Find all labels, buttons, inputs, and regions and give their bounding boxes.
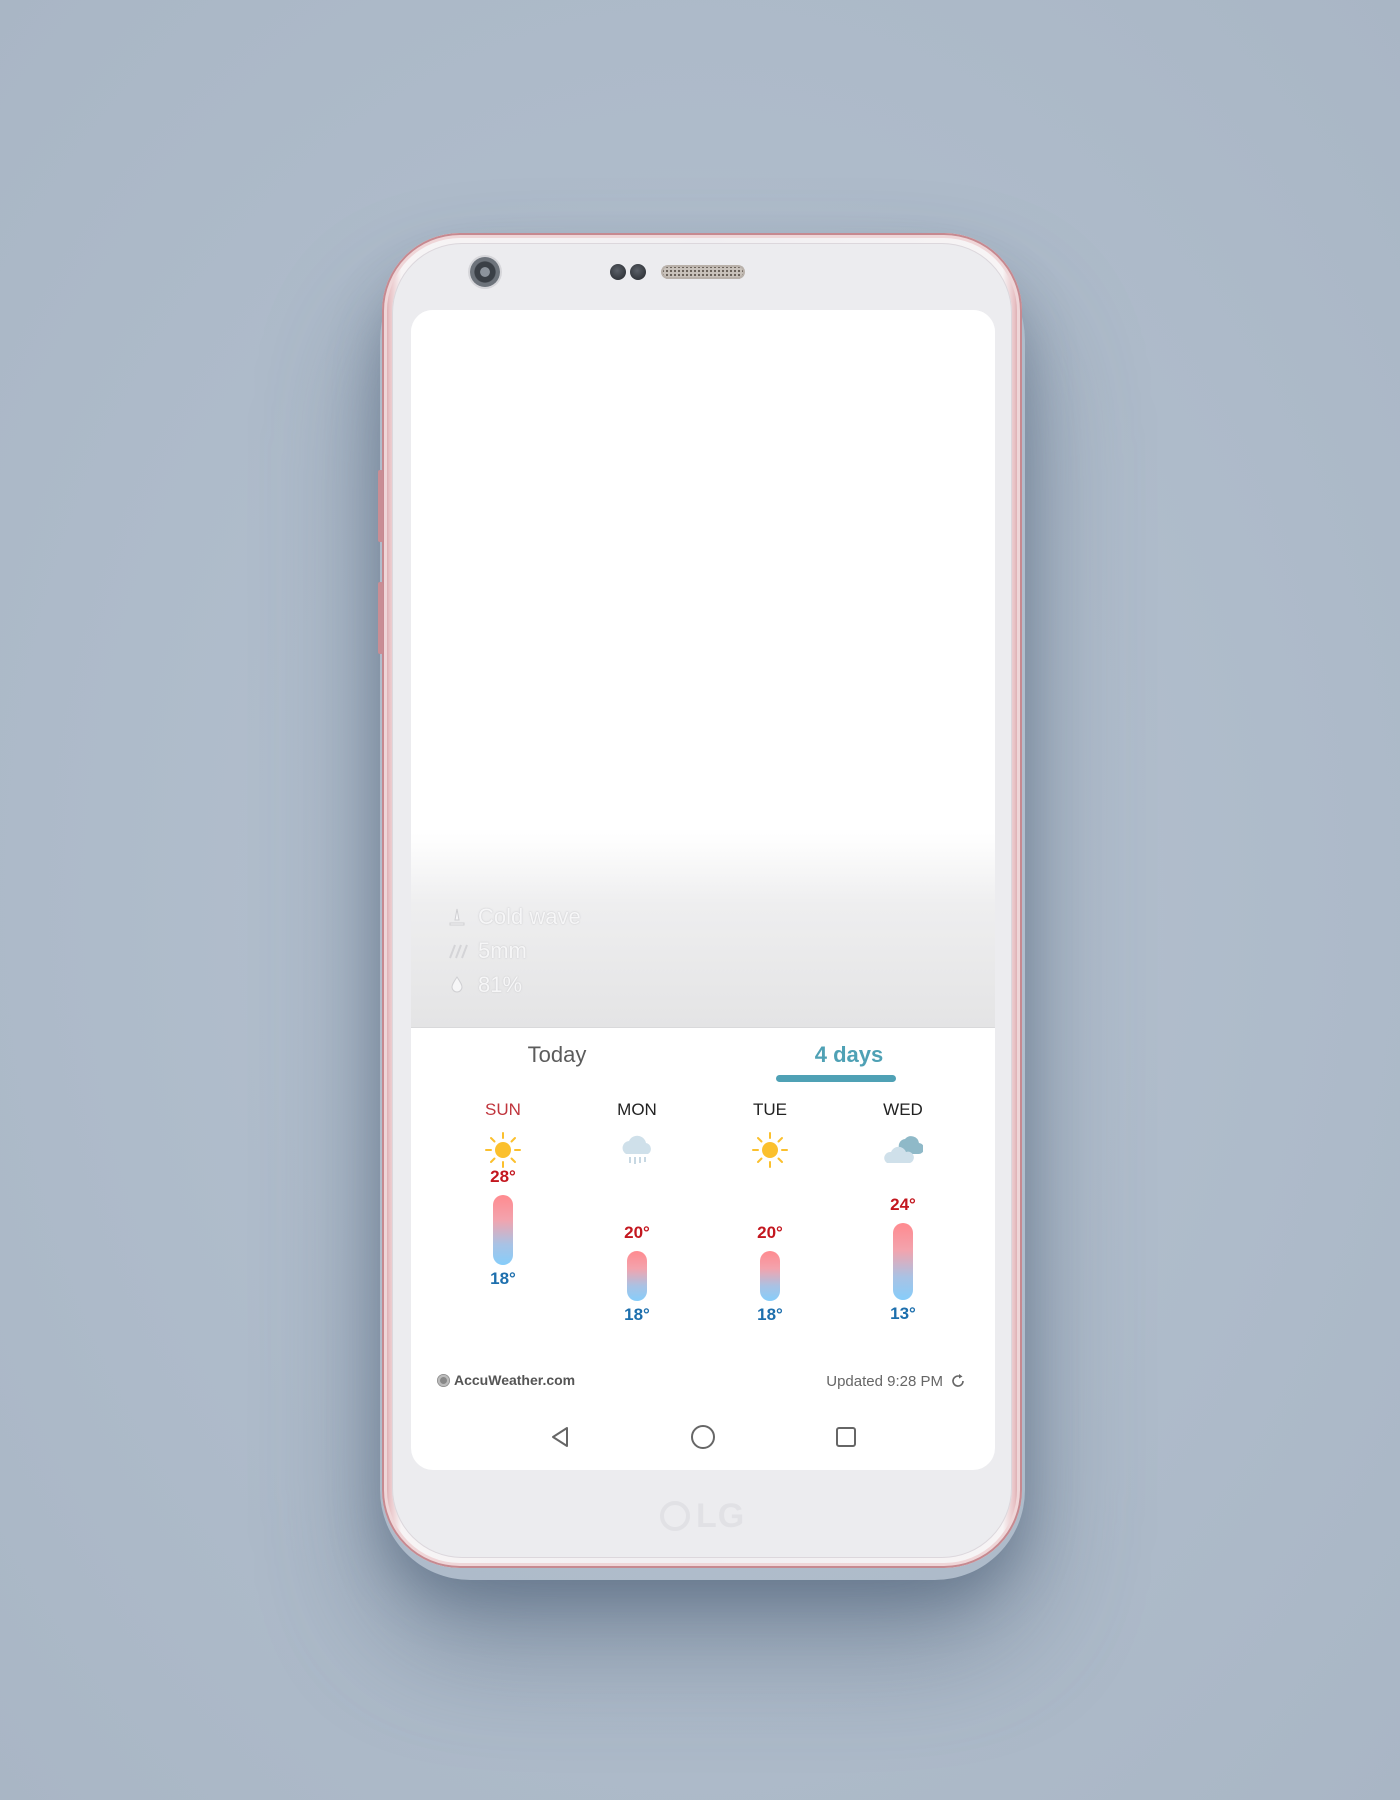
earpiece-speaker (661, 265, 745, 279)
refresh-icon[interactable] (949, 1372, 967, 1390)
detail-alert: Cold wave (446, 900, 581, 934)
update-status: Updated 9:28 PM (826, 1372, 967, 1390)
widget-footer: AccuWeather.com Updated 9:28 PM (411, 1372, 995, 1402)
phone-screen: Cold wave 5mm 81% Today 4 days SUN 28° 1… (411, 310, 995, 1470)
home-circle-icon (691, 1425, 715, 1449)
temp-high-tue: 20° (757, 1223, 783, 1242)
precipitation-text: 5mm (478, 938, 527, 963)
temp-range-bar-tue (760, 1251, 780, 1301)
sun-icon (485, 1132, 521, 1168)
cloudy-icon (884, 1136, 923, 1163)
weather-hero: Cold wave 5mm 81% (411, 310, 995, 1028)
volume-up-button (378, 470, 383, 542)
hero-details: Cold wave 5mm 81% (446, 900, 581, 1002)
accuweather-logo-icon (437, 1373, 450, 1387)
temp-high-sun: 28° (490, 1167, 516, 1186)
temp-high-mon: 20° (624, 1223, 650, 1242)
four-day-forecast: SUN 28° 18° MON 20° 18° TUE 20° 18° WED … (411, 1100, 995, 1370)
day-label-tue: TUE (753, 1100, 787, 1119)
sun-icon (752, 1132, 788, 1168)
alert-text: Cold wave (478, 904, 581, 929)
accuweather-link[interactable]: AccuWeather.com (437, 1372, 575, 1388)
updated-time: Updated 9:28 PM (826, 1372, 943, 1390)
temp-range-bar-wed (893, 1223, 913, 1300)
tab-4-days[interactable]: 4 days (703, 1027, 995, 1097)
brand-label: AccuWeather.com (454, 1372, 576, 1388)
navigation-bar (411, 1410, 995, 1466)
temp-low-tue: 18° (757, 1305, 783, 1324)
front-camera (470, 257, 500, 287)
lg-logo: LG (660, 1497, 750, 1535)
home-button[interactable] (688, 1422, 718, 1452)
temp-low-mon: 18° (624, 1305, 650, 1324)
active-tab-indicator (776, 1075, 896, 1082)
temp-low-sun: 18° (490, 1269, 516, 1288)
back-triangle-icon (552, 1427, 568, 1447)
forecast-tabs: Today 4 days (411, 1027, 995, 1097)
rain-icon (446, 940, 468, 962)
back-button[interactable] (545, 1422, 575, 1452)
temp-low-wed: 13° (890, 1304, 916, 1323)
detail-precipitation: 5mm (446, 934, 581, 968)
sensor-left (610, 264, 626, 280)
day-label-mon: MON (617, 1100, 657, 1119)
recents-button[interactable] (831, 1422, 861, 1452)
tab-today[interactable]: Today (411, 1027, 703, 1097)
temp-high-wed: 24° (890, 1195, 916, 1214)
temp-range-bar-sun (493, 1195, 513, 1265)
detail-humidity: 81% (446, 968, 581, 1002)
rain-cloud-icon (622, 1135, 651, 1164)
day-label-sun: SUN (485, 1100, 521, 1119)
volume-down-button (378, 582, 383, 654)
day-label-wed: WED (883, 1100, 923, 1119)
temp-range-bar-mon (627, 1251, 647, 1301)
humidity-text: 81% (478, 972, 523, 997)
sensor-right (630, 264, 646, 280)
recents-square-icon (836, 1427, 856, 1447)
warning-icon (446, 906, 468, 928)
humidity-icon (446, 974, 468, 996)
